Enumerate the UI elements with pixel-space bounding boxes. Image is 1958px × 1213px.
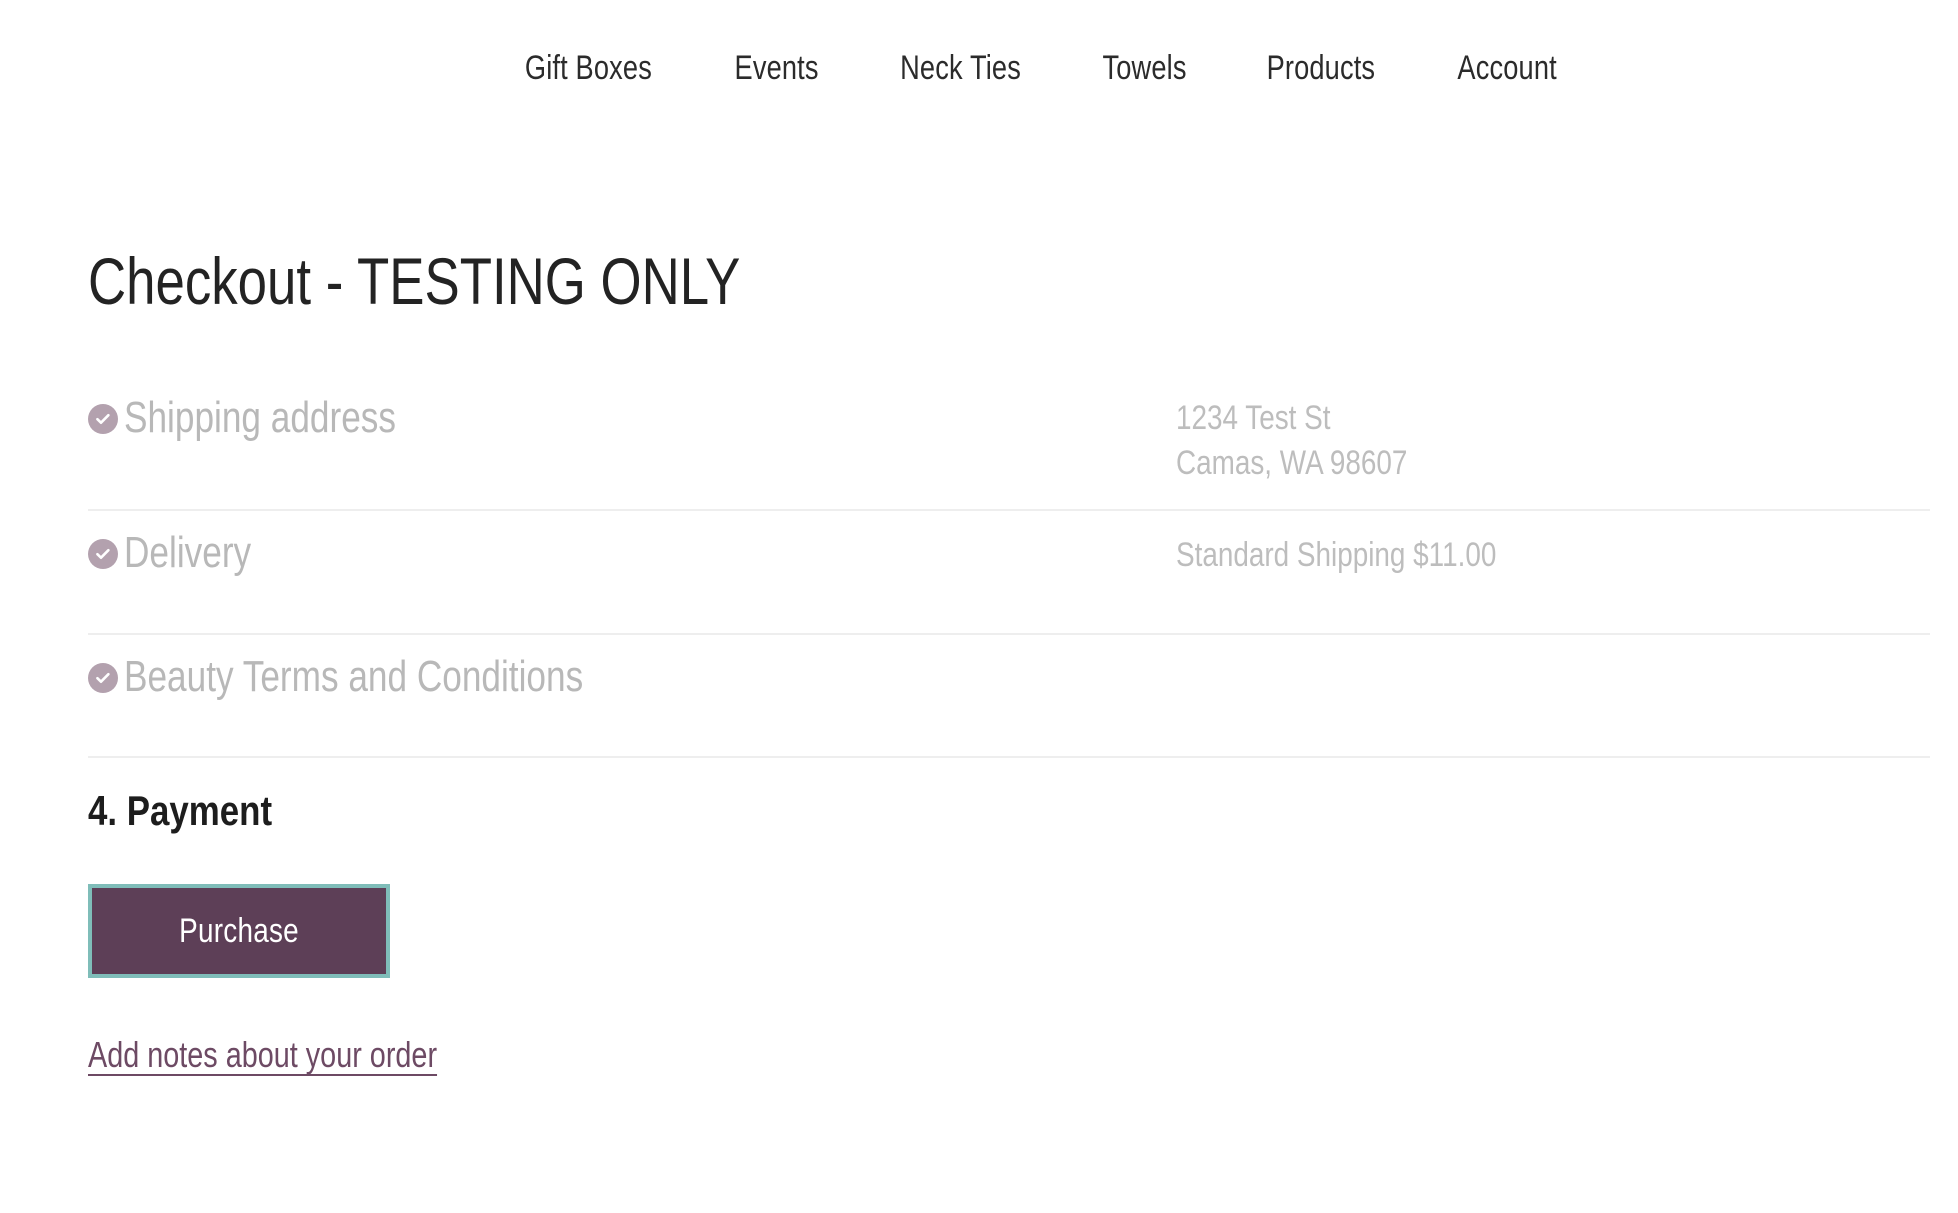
shipping-address-line-1: 1234 Test St xyxy=(1176,399,1331,437)
checkout-step-terms-and-conditions[interactable]: Beauty Terms and Conditions xyxy=(88,635,1930,758)
check-circle-icon xyxy=(88,404,118,434)
shipping-address-line-2: Camas, WA 98607 xyxy=(1176,443,1408,482)
step-summary-delivery: Standard Shipping $11.00 xyxy=(1176,533,1496,578)
checkout-step-delivery[interactable]: Delivery Standard Shipping $11.00 xyxy=(88,511,1930,635)
nav-item-towels[interactable]: Towels xyxy=(1102,51,1186,85)
step-label-shipping-address: Shipping address xyxy=(124,393,397,442)
step-left-delivery: Delivery xyxy=(88,525,283,580)
delivery-method-summary: Standard Shipping $11.00 xyxy=(1176,536,1497,574)
nav-item-account[interactable]: Account xyxy=(1457,51,1556,85)
purchase-button-label: Purchase xyxy=(179,911,299,950)
purchase-button[interactable]: Purchase xyxy=(88,884,390,978)
nav-item-neck-ties[interactable]: Neck Ties xyxy=(900,51,1021,85)
step-label-terms-and-conditions: Beauty Terms and Conditions xyxy=(124,652,584,701)
nav-item-gift-boxes[interactable]: Gift Boxes xyxy=(525,51,652,85)
checkout-step-shipping-address[interactable]: Shipping address 1234 Test St Camas, WA … xyxy=(88,386,1930,511)
checkout-content: Checkout - TESTING ONLY Shipping address… xyxy=(88,248,1930,1076)
payment-heading: 4. Payment xyxy=(88,787,273,834)
step-summary-shipping-address: 1234 Test St Camas, WA 98607 xyxy=(1176,396,1407,486)
step-label-delivery: Delivery xyxy=(124,528,252,577)
step-left-terms: Beauty Terms and Conditions xyxy=(88,649,698,704)
check-circle-icon xyxy=(88,663,118,693)
check-circle-icon xyxy=(88,539,118,569)
main-navigation: Gift Boxes Events Neck Ties Towels Produ… xyxy=(0,0,1958,136)
page-title: Checkout - TESTING ONLY xyxy=(88,244,741,318)
step-left-shipping: Shipping address xyxy=(88,390,464,445)
checkout-step-payment: 4. Payment Purchase Add notes about your… xyxy=(88,758,1930,1076)
add-order-notes-link[interactable]: Add notes about your order xyxy=(88,1034,437,1076)
nav-item-products[interactable]: Products xyxy=(1267,51,1376,85)
nav-item-events[interactable]: Events xyxy=(734,51,818,85)
nav-list: Gift Boxes Events Neck Ties Towels Produ… xyxy=(509,51,1569,85)
checkout-page: Gift Boxes Events Neck Ties Towels Produ… xyxy=(0,0,1958,1213)
